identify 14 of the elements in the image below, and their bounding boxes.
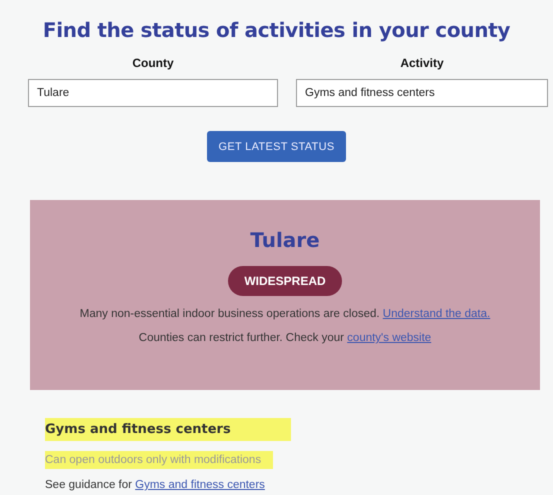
- select-field[interactable]: Tulare: [28, 79, 278, 107]
- select-field[interactable]: Gyms and fitness centers: [296, 79, 548, 107]
- county-title: Tulare: [250, 228, 320, 252]
- guidance-text: See guidance for Gyms and fitness centers: [45, 479, 265, 491]
- field-label: Activity: [399, 56, 445, 70]
- page-title: Find the status of activities in your county: [42, 18, 512, 42]
- activity-status: Can open outdoors only with modifications: [45, 451, 274, 469]
- restriction-note: Counties can restrict further. Check your county's website: [138, 332, 432, 344]
- get-status-button[interactable]: GET LATEST STATUS: [207, 131, 346, 162]
- field-label: County: [131, 56, 175, 70]
- status-description: Many non-essential indoor business operations are closed. Understand the data.: [80, 308, 490, 320]
- guidance-link[interactable]: Gyms and fitness centers: [135, 479, 265, 491]
- activity-heading: Gyms and fitness centers: [45, 418, 291, 441]
- tier-badge: WIDESPREAD: [228, 266, 342, 296]
